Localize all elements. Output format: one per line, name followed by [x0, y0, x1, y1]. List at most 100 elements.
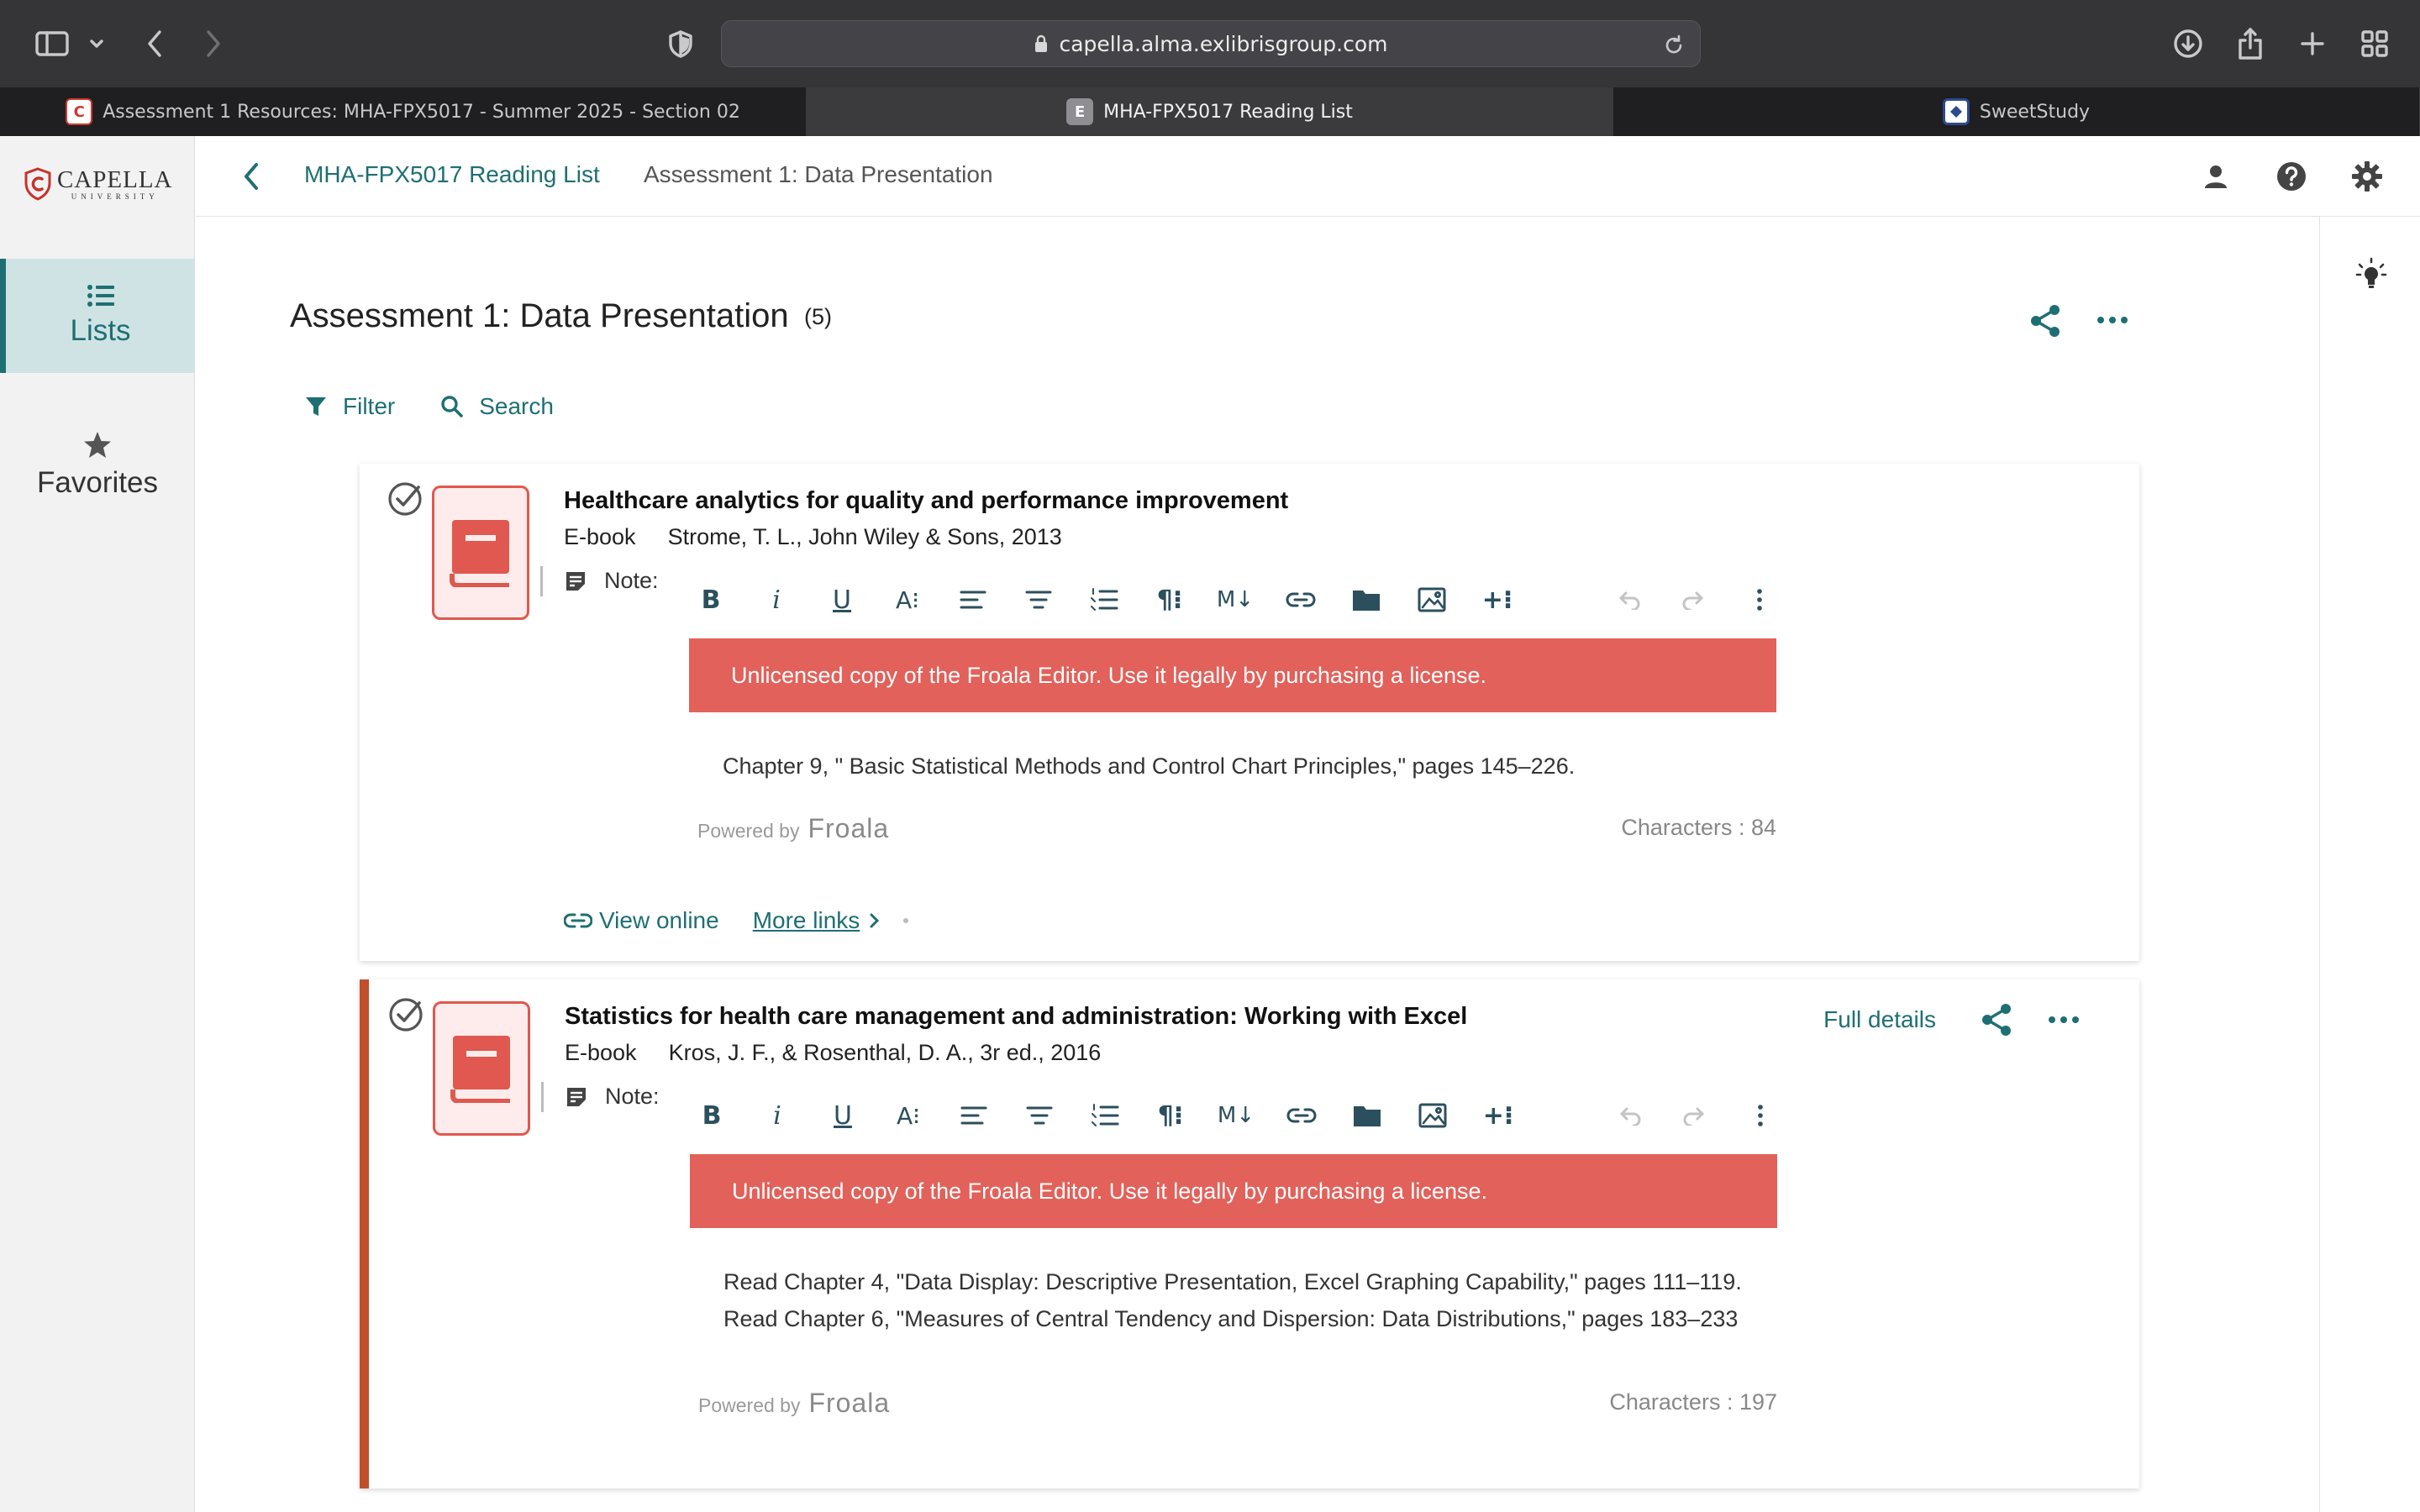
item-citation: Kros, J. F., & Rosenthal, D. A., 3r ed.,… — [668, 1040, 1102, 1065]
browser-tab-capella[interactable]: C Assessment 1 Resources: MHA-FPX5017 - … — [0, 87, 807, 136]
editor-footer: Powered by Froala Characters : 84 — [689, 813, 1776, 864]
item-type: E-book — [565, 1040, 637, 1065]
tab-label: Assessment 1 Resources: MHA-FPX5017 - Su… — [103, 101, 740, 123]
page-title: Assessment 1: Data Presentation — [290, 297, 789, 334]
address-bar[interactable]: capella.alma.exlibrisgroup.com — [721, 20, 1701, 67]
view-online-link[interactable]: View online — [599, 907, 719, 934]
item-links: View online More links — [564, 907, 909, 934]
insert-file-button[interactable] — [1348, 581, 1385, 618]
settings-gear-icon[interactable] — [2349, 158, 2386, 195]
align-button[interactable] — [955, 1097, 992, 1134]
insert-image-button[interactable] — [1413, 581, 1450, 618]
undo-button[interactable] — [1611, 1097, 1648, 1134]
capella-logo[interactable]: CAPELLA UNIVERSITY — [24, 166, 173, 201]
editor-more-icon[interactable] — [1741, 581, 1778, 618]
user-icon[interactable] — [2197, 158, 2234, 195]
font-size-button[interactable]: A⁝ — [889, 581, 926, 618]
bold-button[interactable]: B — [692, 581, 729, 618]
align-button[interactable] — [955, 581, 992, 618]
privacy-shield-icon[interactable] — [664, 22, 697, 66]
note-label: Note: — [564, 568, 659, 594]
redo-button[interactable] — [1676, 1097, 1713, 1134]
back-icon[interactable] — [139, 22, 170, 66]
markdown-button[interactable]: M↓ — [1218, 1097, 1255, 1134]
share-item-icon[interactable] — [1978, 1001, 2015, 1038]
capella-favicon-icon: C — [66, 98, 93, 125]
paragraph-style-button[interactable]: ¶⁝ — [1151, 581, 1188, 618]
sidebar-item-lists[interactable]: Lists — [0, 259, 195, 373]
redo-button[interactable] — [1676, 581, 1712, 618]
editor-footer: Powered by Froala Characters : 197 — [690, 1388, 1777, 1438]
app-sidebar: CAPELLA UNIVERSITY Lists Favorites — [0, 136, 195, 1512]
breadcrumb-parent-link[interactable]: MHA-FPX5017 Reading List — [304, 161, 600, 188]
item-citation: Strome, T. L., John Wiley & Sons, 2013 — [667, 524, 1062, 549]
underline-button[interactable]: U — [823, 581, 860, 618]
note-text[interactable]: Chapter 9, " Basic Statistical Methods a… — [689, 712, 1776, 813]
font-size-button[interactable]: A⁝ — [890, 1097, 927, 1134]
tab-label: MHA-FPX5017 Reading List — [1103, 101, 1353, 123]
download-icon[interactable] — [2170, 22, 2207, 66]
more-insert-button[interactable]: +⁝ — [1479, 581, 1516, 618]
editor-toolbar: B i U A⁝ ¶⁝ M↓ +⁝ — [690, 1089, 1777, 1149]
search-button[interactable]: Search — [440, 393, 554, 420]
chevron-right-icon[interactable] — [868, 911, 881, 930]
back-arrow-icon[interactable] — [239, 160, 265, 197]
sidebar-item-label: Lists — [70, 314, 131, 347]
filter-button[interactable]: Filter — [304, 393, 395, 420]
more-options-icon[interactable] — [2096, 314, 2129, 329]
powered-by-froala[interactable]: Powered by Froala — [698, 1388, 890, 1419]
powered-by-froala[interactable]: Powered by Froala — [697, 813, 889, 844]
more-links-link[interactable]: More links — [753, 907, 860, 934]
reading-list-item-selected[interactable]: Statistics for health care management an… — [360, 979, 2139, 1488]
item-actions: Full details — [1823, 1001, 2081, 1038]
insert-link-button[interactable] — [1283, 1097, 1320, 1134]
ordered-list-button[interactable] — [1086, 581, 1123, 618]
logo-subtitle: UNIVERSITY — [71, 192, 159, 201]
format-paragraph-button[interactable] — [1021, 1097, 1058, 1134]
item-more-options-icon[interactable] — [2047, 1015, 2081, 1025]
breadcrumb-current: Assessment 1: Data Presentation — [644, 161, 993, 187]
full-details-link[interactable]: Full details — [1823, 1006, 1936, 1033]
lightbulb-icon[interactable] — [2355, 257, 2387, 295]
sidebar-item-favorites[interactable]: Favorites — [0, 408, 195, 522]
mark-done-check-icon[interactable] — [387, 480, 424, 522]
more-insert-button[interactable]: +⁝ — [1480, 1097, 1517, 1134]
share-list-icon[interactable] — [2027, 302, 2064, 344]
search-icon — [441, 396, 464, 417]
tab-overview-icon[interactable] — [2356, 22, 2393, 66]
markdown-button[interactable]: M↓ — [1217, 581, 1254, 618]
forward-icon[interactable] — [198, 22, 229, 66]
insert-link-button[interactable] — [1282, 581, 1319, 618]
paragraph-style-button[interactable]: ¶⁝ — [1152, 1097, 1189, 1134]
sidebar-item-label: Favorites — [37, 466, 158, 499]
logo-wordmark: CAPELLA — [57, 166, 173, 193]
browser-tab-sweetstudy[interactable]: SweetStudy — [1613, 87, 2420, 136]
undo-button[interactable] — [1610, 581, 1647, 618]
chevron-down-icon[interactable] — [84, 22, 109, 66]
format-paragraph-button[interactable] — [1020, 581, 1057, 618]
ebook-icon — [432, 486, 529, 620]
share-icon[interactable] — [2232, 22, 2269, 66]
italic-button[interactable]: i — [759, 1097, 796, 1134]
license-warning-banner: Unlicensed copy of the Froala Editor. Us… — [690, 1154, 1777, 1228]
sidebar-toggle-icon[interactable] — [34, 22, 71, 66]
help-icon[interactable] — [2273, 158, 2310, 195]
note-text[interactable]: Read Chapter 4, "Data Display: Descripti… — [690, 1228, 1777, 1388]
underline-button[interactable]: U — [824, 1097, 861, 1134]
note-divider — [541, 1082, 544, 1112]
bold-button[interactable]: B — [693, 1097, 730, 1134]
item-meta: E-book Kros, J. F., & Rosenthal, D. A., 3… — [565, 1040, 1101, 1066]
insert-file-button[interactable] — [1349, 1097, 1386, 1134]
lock-icon — [1035, 34, 1048, 52]
new-tab-icon[interactable] — [2294, 22, 2331, 66]
editor-more-icon[interactable] — [1742, 1097, 1779, 1134]
reload-icon[interactable] — [1663, 34, 1685, 56]
item-title[interactable]: Statistics for health care management an… — [565, 1003, 1467, 1031]
reading-list-item[interactable]: Healthcare analytics for quality and per… — [360, 464, 2139, 961]
mark-done-check-icon[interactable] — [387, 996, 424, 1037]
browser-tab-reading-list[interactable]: E MHA-FPX5017 Reading List — [807, 87, 1613, 136]
italic-button[interactable]: i — [758, 581, 795, 618]
insert-image-button[interactable] — [1414, 1097, 1451, 1134]
ordered-list-button[interactable] — [1086, 1097, 1123, 1134]
item-title[interactable]: Healthcare analytics for quality and per… — [564, 487, 1288, 515]
